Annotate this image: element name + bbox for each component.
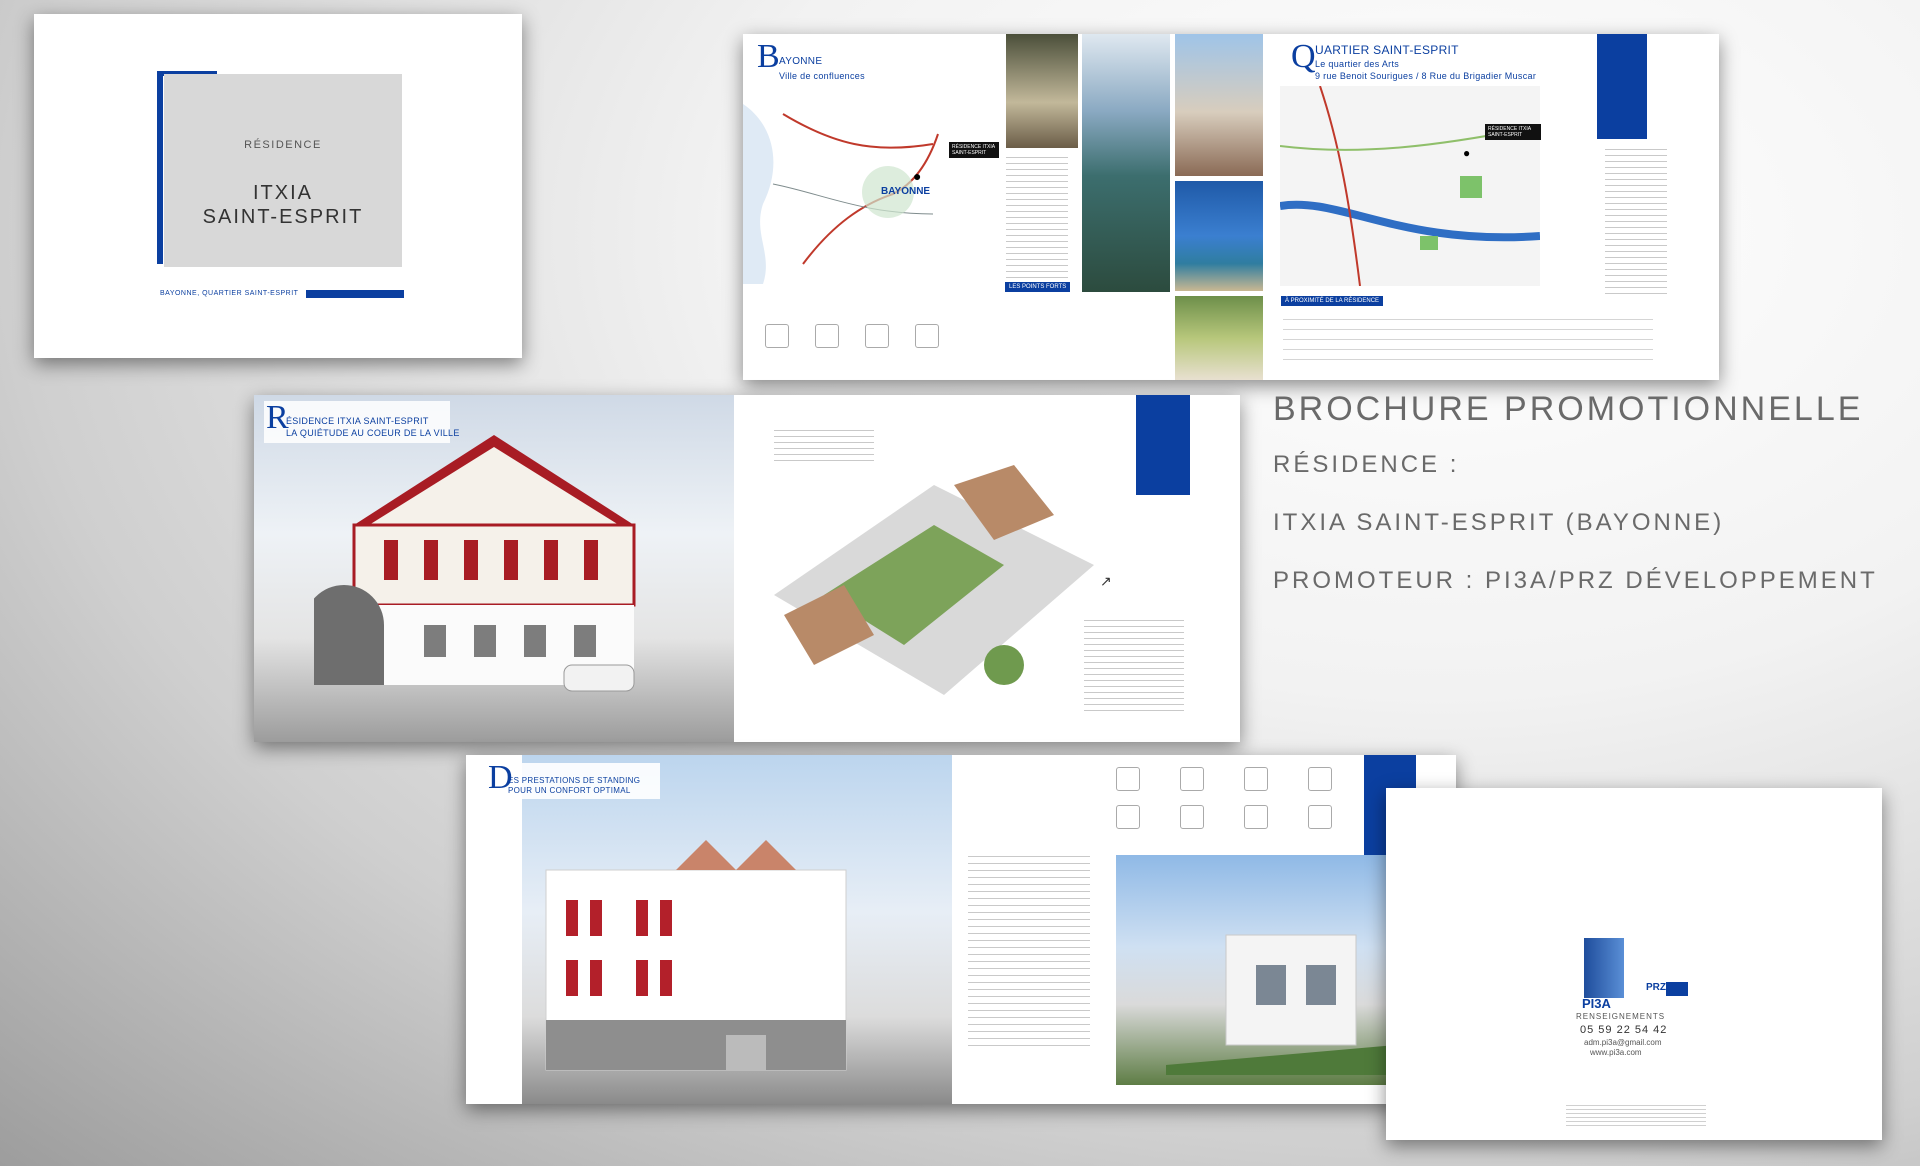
- district-text-column: [1605, 144, 1667, 294]
- renseignements-label: RENSEIGNEMENTS: [1576, 1012, 1666, 1021]
- spread2-subtitle: LA QUIÉTUDE AU COEUR DE LA VILLE: [286, 428, 460, 438]
- site-plan: [774, 465, 1094, 695]
- house-illustration: [314, 435, 636, 692]
- north-arrow-icon: ↗: [1100, 573, 1112, 589]
- caption-block: BROCHURE PROMOTIONNELLE RÉSIDENCE : ITXI…: [1273, 390, 1878, 625]
- cover-location: BAYONNE, QUARTIER SAINT-ESPRIT: [160, 290, 299, 297]
- email-address: adm.pi3a@gmail.com: [1584, 1038, 1662, 1047]
- blue-accent-block: [1136, 395, 1190, 495]
- brochure-cover: RÉSIDENCE ITXIA SAINT-ESPRIT BAYONNE, QU…: [34, 14, 522, 358]
- phone-number: 05 59 22 54 42: [1580, 1024, 1668, 1036]
- spread2-intro-text: [774, 425, 874, 465]
- cover-frame-line: [157, 71, 163, 264]
- points-forts-label: LES POINTS FORTS: [1005, 282, 1071, 292]
- caption-title: BROCHURE PROMOTIONNELLE: [1273, 390, 1864, 428]
- website: www.pi3a.com: [1590, 1048, 1642, 1057]
- flame-icon: [1116, 805, 1140, 829]
- photo-giant-figure: [1006, 34, 1078, 148]
- legal-text: [1566, 1102, 1706, 1126]
- district-pin-icon: ●: [1463, 146, 1471, 160]
- spread3-text: [968, 850, 1090, 1050]
- photo-cathedral: [1175, 34, 1263, 176]
- bus-icon: [865, 324, 889, 348]
- car-icon: [915, 324, 939, 348]
- amenity-icons-row1: [1116, 767, 1332, 791]
- cover-accent-bar: [306, 290, 404, 298]
- spread3-subtitle: POUR UN CONFORT OPTIMAL: [508, 786, 631, 795]
- prz-logo-mark: [1666, 982, 1688, 996]
- garden-building-illustration: [1166, 934, 1396, 1075]
- badge-icon: [1244, 805, 1268, 829]
- proximite-label: À PROXIMITÉ DE LA RÉSIDENCE: [1281, 296, 1384, 306]
- spread2-title: ÉSIDENCE ITXIA SAINT-ESPRIT: [286, 416, 429, 426]
- spread1-right-sub2: 9 rue Benoit Sourigues / 8 Rue du Brigad…: [1315, 71, 1537, 81]
- spread1-right-title: UARTIER SAINT-ESPRIT: [1315, 43, 1459, 57]
- transport-icons: [765, 324, 939, 348]
- bell-icon: [1180, 805, 1204, 829]
- parking-icon: [1308, 805, 1332, 829]
- spread1-left-title: AYONNE: [779, 56, 823, 67]
- building-illustration: [545, 840, 847, 1071]
- cover-title-box: RÉSIDENCE ITXIA SAINT-ESPRIT: [164, 74, 402, 267]
- spread1-dropcap: B: [757, 38, 780, 75]
- photo-coast: [1175, 181, 1263, 291]
- brochure-spread-residence: R ÉSIDENCE ITXIA SAINT-ESPRIT LA QUIÉTUD…: [254, 395, 1240, 742]
- layout-icon: [1308, 767, 1332, 791]
- spread2-body-text: [1084, 615, 1184, 715]
- caption-line3: PROMOTEUR : PI3A/PRZ DÉVELOPPEMENT: [1273, 567, 1878, 594]
- train-icon: [765, 324, 789, 348]
- map-pin-icon: ●: [913, 168, 922, 184]
- cover-title-line2: SAINT-ESPRIT: [202, 206, 364, 228]
- radiator-icon: [1180, 767, 1204, 791]
- pi3a-logo-text: PI3A: [1582, 996, 1611, 1011]
- spread1-right-sub1: Le quartier des Arts: [1315, 59, 1400, 69]
- map-city-label: BAYONNE: [881, 186, 931, 197]
- photo-flowers: [1175, 296, 1263, 380]
- spread1-right-dropcap: Q: [1291, 38, 1316, 75]
- pi3a-logo-mark: [1584, 938, 1624, 998]
- caption-line1: RÉSIDENCE :: [1273, 451, 1460, 478]
- window-icon: [1244, 767, 1268, 791]
- photo-bridge: [1082, 34, 1170, 292]
- cover-kicker: RÉSIDENCE: [244, 139, 322, 151]
- proximite-list: [1283, 310, 1653, 360]
- brochure-back-cover: PI3A PRZ RENSEIGNEMENTS 05 59 22 54 42 a…: [1386, 788, 1882, 1140]
- caption-line2: ITXIA SAINT-ESPRIT (BAYONNE): [1273, 509, 1725, 536]
- district-map: [1280, 86, 1540, 286]
- map-pin-label: RÉSIDENCE ITXIA SAINT-ESPRIT: [949, 142, 999, 158]
- cover-title-line1: ITXIA: [252, 182, 313, 204]
- amenity-icons-row2: [1116, 805, 1332, 829]
- prz-logo-text: PRZ: [1646, 982, 1666, 993]
- brochure-spread-prestations: D ES PRESTATIONS DE STANDING POUR UN CON…: [466, 755, 1456, 1104]
- brochure-spread-bayonne: B AYONNE Ville de confluences BAYONNE RÉ…: [743, 34, 1719, 380]
- region-map: [743, 104, 939, 284]
- district-pin-label: RÉSIDENCE ITXIA SAINT-ESPRIT: [1485, 124, 1541, 140]
- blue-accent-block: [1597, 34, 1647, 139]
- house-icon: [1116, 767, 1140, 791]
- text-column: [1006, 152, 1068, 282]
- plane-icon: [815, 324, 839, 348]
- spread1-left-subtitle: Ville de confluences: [779, 71, 865, 81]
